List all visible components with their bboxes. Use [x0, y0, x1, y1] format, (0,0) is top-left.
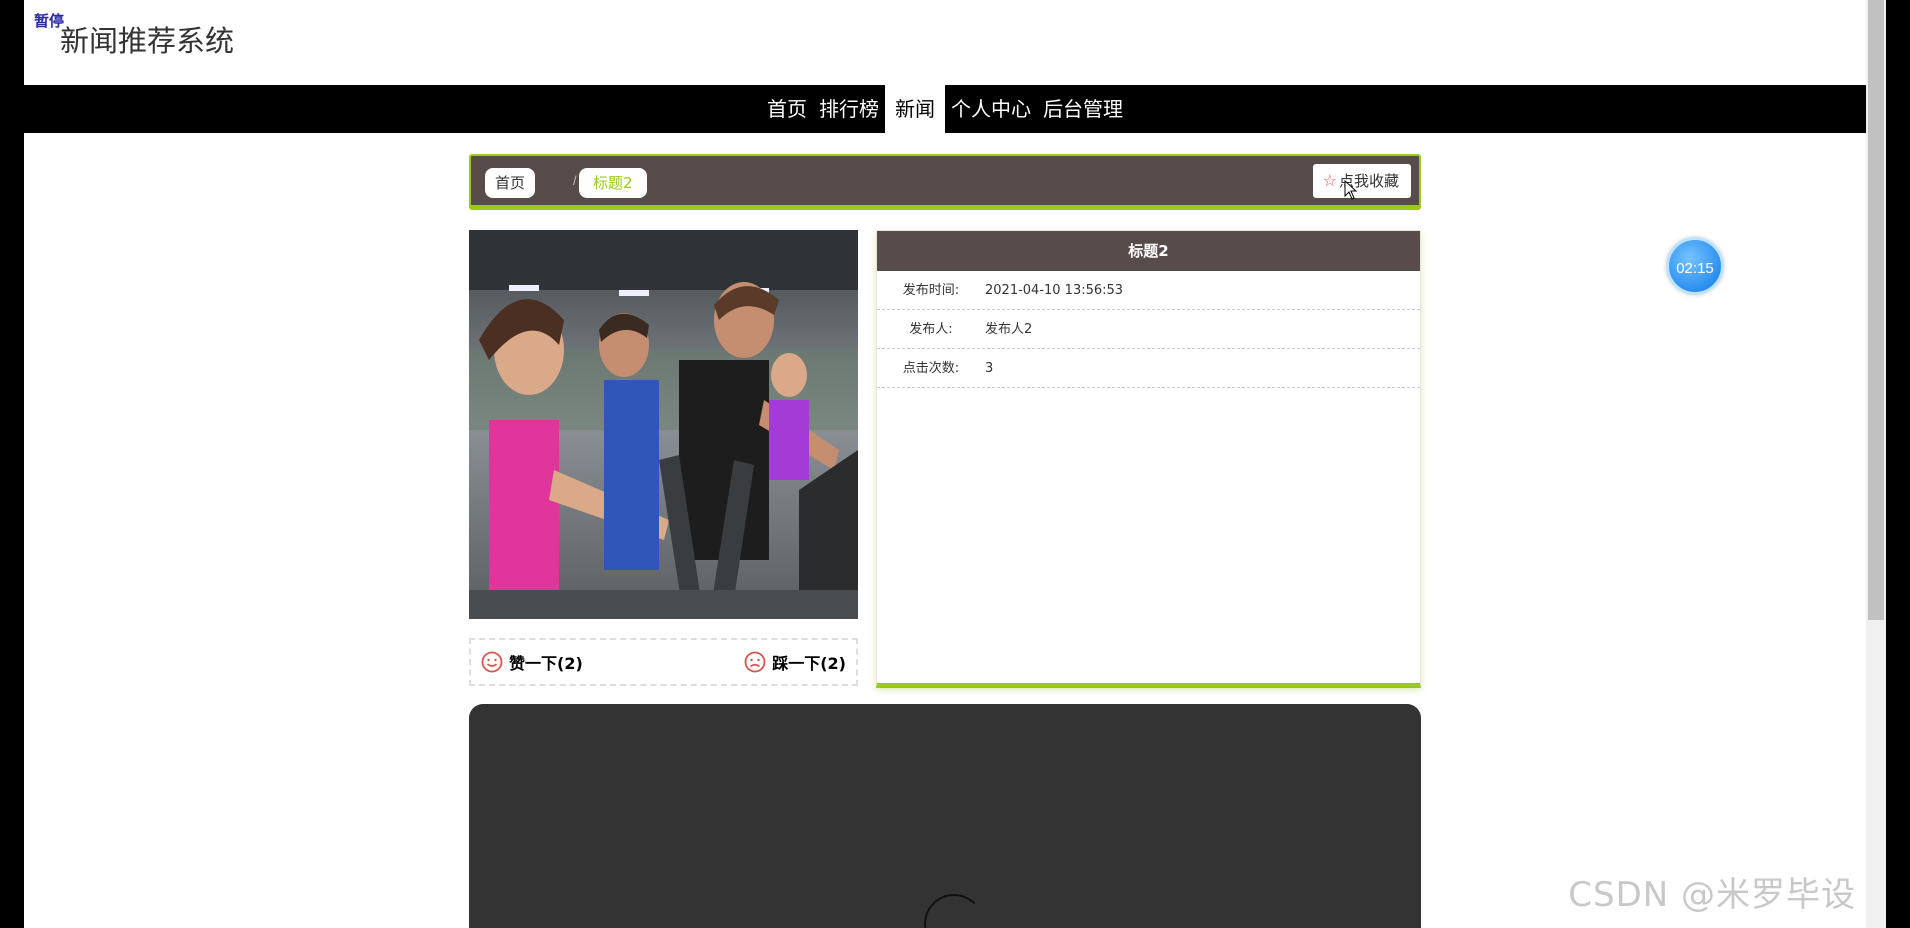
info-label: 点击次数: — [902, 361, 960, 376]
page: 暂停 新闻推荐系统 首页 排行榜 新闻 个人中心 后台管理 首页 / 标题2 ☆… — [24, 0, 1866, 928]
window-edge — [1886, 0, 1910, 928]
info-row-publish-time: 发布时间: 2021-04-10 13:56:53 — [877, 271, 1420, 310]
watermark: CSDN @米罗毕设 — [1568, 875, 1856, 915]
breadcrumb: 首页 / 标题2 ☆ 点我收藏 — [469, 154, 1421, 210]
news-photo — [469, 230, 858, 619]
nav-item-admin[interactable]: 后台管理 — [1037, 85, 1129, 133]
nav-item-personal-center[interactable]: 个人中心 — [945, 85, 1037, 133]
info-value: 3 — [985, 361, 994, 376]
favorite-button[interactable]: ☆ 点我收藏 — [1312, 164, 1411, 198]
breadcrumb-home[interactable]: 首页 — [485, 168, 536, 198]
info-label: 发布人: — [909, 322, 953, 337]
info-value: 2021-04-10 13:56:53 — [985, 283, 1124, 298]
pause-label[interactable]: 暂停 — [34, 10, 64, 31]
like-button[interactable]: 赞一下(2) — [481, 650, 583, 674]
page-scrollbar[interactable]: ▲ — [1866, 0, 1886, 928]
info-row-click-count: 点击次数: 3 — [877, 349, 1420, 388]
timer-badge[interactable]: 02:15 — [1666, 237, 1724, 295]
frown-icon — [744, 651, 766, 673]
nav-item-home[interactable]: 首页 — [761, 85, 813, 133]
site-title: 新闻推荐系统 — [60, 24, 235, 58]
info-row-publisher: 发布人: 发布人2 — [877, 310, 1420, 349]
smile-icon — [481, 651, 503, 673]
vote-box: 赞一下(2) 踩一下(2) — [469, 638, 858, 686]
like-label: 赞一下(2) — [509, 654, 583, 673]
dislike-button[interactable]: 踩一下(2) — [744, 650, 846, 674]
breadcrumb-current: 标题2 — [579, 168, 647, 198]
gym-photo-illustration — [469, 230, 858, 619]
video-player[interactable] — [469, 704, 1421, 928]
nav-item-news[interactable]: 新闻 — [885, 85, 945, 133]
scrollbar-thumb[interactable] — [1868, 0, 1884, 620]
mouse-cursor-icon — [1344, 180, 1358, 200]
loading-spinner-icon — [924, 894, 984, 928]
dislike-label: 踩一下(2) — [772, 654, 846, 673]
news-info-panel: 标题2 发布时间: 2021-04-10 13:56:53 发布人: 发布人2 … — [876, 230, 1421, 688]
info-value: 发布人2 — [985, 322, 1033, 337]
main-nav: 首页 排行榜 新闻 个人中心 后台管理 — [24, 85, 1866, 133]
news-title: 标题2 — [877, 231, 1420, 271]
breadcrumb-separator: / — [573, 173, 577, 188]
info-label: 发布时间: — [902, 283, 960, 298]
star-icon: ☆ — [1322, 171, 1337, 190]
nav-item-ranking[interactable]: 排行榜 — [813, 85, 885, 133]
